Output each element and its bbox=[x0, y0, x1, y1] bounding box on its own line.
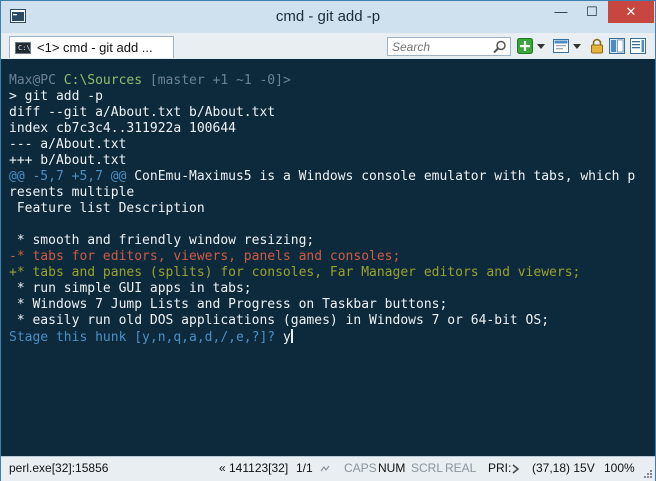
console-line: index cb7c3c4..311922a 100644 bbox=[9, 121, 236, 136]
context-line: * easily run old DOS applications (games… bbox=[9, 313, 550, 328]
console-line: resents multiple bbox=[9, 185, 135, 200]
search-box[interactable] bbox=[387, 37, 511, 56]
layout-icon[interactable] bbox=[553, 38, 569, 54]
context-line: * run simple GUI apps in tabs; bbox=[9, 281, 252, 296]
hunk-text: ConEmu-Maximus5 is a Windows console emu… bbox=[126, 169, 636, 184]
chevron-right-icon bbox=[512, 464, 520, 474]
status-zoom[interactable]: 100% bbox=[604, 461, 635, 475]
console-line: diff --git a/About.txt b/About.txt bbox=[9, 105, 276, 120]
context-line: Feature list Description bbox=[9, 201, 205, 216]
tab-label: <1> cmd - git add ... bbox=[37, 40, 153, 55]
hunk-header-line: @@ -5,7 +5,7 @@ ConEmu-Maximus5 is a Win… bbox=[9, 169, 635, 185]
close-button[interactable]: ✕ bbox=[608, 1, 654, 23]
text-cursor bbox=[290, 329, 293, 343]
minimize-button[interactable]: — bbox=[546, 1, 576, 23]
status-console-size[interactable]: « 141123[32] bbox=[219, 461, 288, 475]
dropdown-icon[interactable] bbox=[572, 38, 582, 54]
resize-grip-icon[interactable] bbox=[643, 469, 653, 479]
stage-prompt: Stage this hunk [y,n,q,a,d,/,e,?]? bbox=[9, 330, 283, 345]
console-line: --- a/About.txt bbox=[9, 137, 127, 152]
maximize-button[interactable]: ☐ bbox=[577, 1, 607, 23]
prompt-user: Max@PC bbox=[9, 73, 56, 88]
search-icon[interactable] bbox=[492, 39, 508, 55]
search-input[interactable] bbox=[388, 38, 492, 55]
tab-console-1[interactable]: C:\_ <1> cmd - git add ... bbox=[9, 36, 174, 58]
status-mode[interactable]: REAL bbox=[445, 461, 476, 475]
context-line: * smooth and friendly window resizing; bbox=[9, 233, 315, 248]
lock-icon[interactable] bbox=[589, 38, 605, 54]
status-bar: perl.exe[32]:15856 « 141123[32] 1/1 CAPS… bbox=[1, 456, 655, 481]
console-icon-text: C:\_ bbox=[18, 44, 35, 52]
prompt-branch: [master +1 ~1 -0]> bbox=[149, 73, 291, 88]
hunk-header: @@ -5,7 +5,7 @@ bbox=[9, 169, 127, 184]
status-tab-count[interactable]: 1/1 bbox=[296, 461, 313, 475]
stage-prompt-line[interactable]: Stage this hunk [y,n,q,a,d,/,e,?]? y bbox=[9, 329, 293, 346]
added-line: +* tabs and panes (splits) for consoles,… bbox=[9, 265, 581, 280]
pane-icon[interactable] bbox=[609, 38, 625, 54]
prompt-path: C:\Sources bbox=[63, 73, 143, 88]
dropdown-icon[interactable] bbox=[536, 38, 546, 54]
tab-toolbar: C:\_ <1> cmd - git add ... bbox=[1, 33, 655, 60]
context-line: * Windows 7 Jump Lists and Progress on T… bbox=[9, 297, 448, 312]
status-priority[interactable]: PRI: bbox=[488, 461, 511, 475]
console-line: > git add -p bbox=[9, 89, 103, 104]
status-cursor-pos[interactable]: (37,18) 15V bbox=[532, 461, 595, 475]
conemu-window: cmd - git add -p — ☐ ✕ C:\_ <1> cmd - gi… bbox=[0, 0, 656, 481]
scroll-icon[interactable] bbox=[630, 38, 646, 54]
add-icon[interactable] bbox=[517, 38, 533, 54]
console-icon: C:\_ bbox=[15, 42, 35, 54]
status-caps[interactable]: CAPS bbox=[344, 461, 377, 475]
console-input[interactable]: y bbox=[283, 330, 291, 345]
removed-line: -* tabs for editors, viewers, panels and… bbox=[9, 249, 401, 264]
status-num[interactable]: NUM bbox=[378, 461, 405, 475]
title-bar[interactable]: cmd - git add -p — ☐ ✕ bbox=[1, 1, 655, 33]
prompt-line: Max@PC C:\Sources [master +1 ~1 -0]> bbox=[9, 73, 291, 89]
console-output[interactable]: Max@PC C:\Sources [master +1 ~1 -0]> > g… bbox=[1, 59, 655, 456]
status-scrl[interactable]: SCRL bbox=[411, 461, 443, 475]
arrow-left-right-icon bbox=[320, 465, 330, 472]
status-process[interactable]: perl.exe[32]:15856 bbox=[9, 461, 108, 475]
console-line: +++ b/About.txt bbox=[9, 153, 127, 168]
